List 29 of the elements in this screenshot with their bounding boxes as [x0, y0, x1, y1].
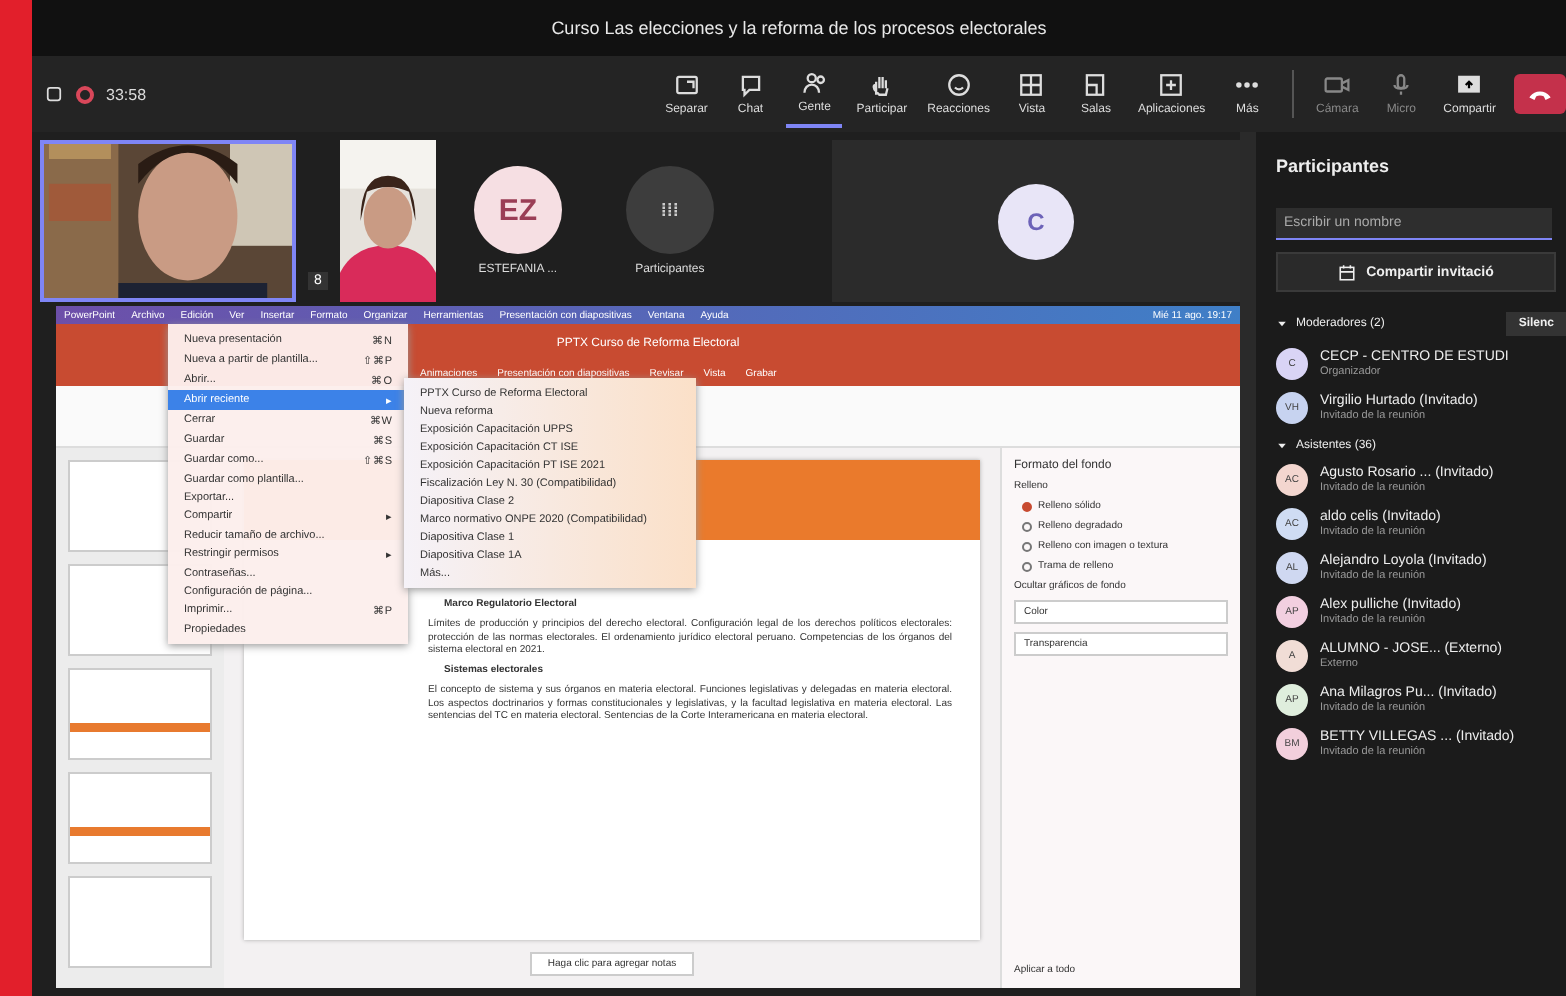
chevron-icon[interactable] [1276, 318, 1288, 330]
leave-button[interactable] [1514, 74, 1566, 114]
people-icon [801, 70, 828, 96]
rooms-icon [1082, 72, 1109, 98]
radio-button[interactable] [1022, 561, 1032, 571]
avatar: C [997, 183, 1074, 259]
smile-icon [945, 72, 972, 98]
radio-button[interactable] [1022, 541, 1032, 551]
plus-icon [1158, 72, 1185, 98]
chevron-icon[interactable] [1276, 440, 1288, 452]
popout-icon [673, 72, 700, 98]
microphone-icon [1388, 72, 1415, 98]
avatar: ⁞⁞⁞ [625, 166, 714, 254]
radio-button[interactable] [1022, 521, 1032, 531]
avatar: EZ [473, 166, 562, 254]
panel-title: Participantes [1276, 156, 1392, 176]
slide-thumbnail[interactable] [68, 668, 212, 760]
camera-icon [1324, 72, 1351, 98]
recording-icon [76, 85, 94, 103]
hand-icon [868, 72, 895, 98]
calendar-icon [1338, 263, 1357, 281]
slide-thumbnail[interactable] [68, 772, 212, 864]
chat-icon [737, 72, 764, 98]
window-title: Curso Las elecciones y la reforma de los procesos electorales [551, 18, 1047, 38]
slide-thumbnail[interactable] [68, 876, 212, 968]
grid-icon [1018, 72, 1045, 98]
meeting-timer: 33:58 [106, 85, 147, 103]
share-screen-icon [1456, 72, 1483, 98]
radio-button[interactable] [1022, 501, 1032, 511]
